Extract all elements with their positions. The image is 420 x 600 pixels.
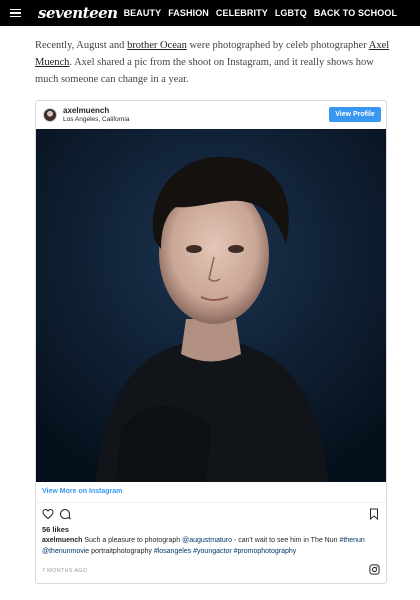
top-nav-bar: seventeen BEAUTY FASHION CELEBRITY LGBTQ…: [0, 0, 420, 26]
caption-username[interactable]: axelmuench: [42, 537, 82, 544]
nav-item-beauty[interactable]: BEAUTY: [124, 8, 162, 18]
article-text: Recently, August and: [35, 40, 128, 51]
instagram-embed: axelmuench Los Angeles, California View …: [35, 100, 387, 584]
brother-ocean-link[interactable]: brother Ocean: [127, 40, 187, 51]
divider: [36, 502, 386, 503]
embed-header: axelmuench Los Angeles, California View …: [36, 101, 386, 129]
hashtag-link[interactable]: #youngactor: [193, 548, 232, 555]
post-timestamp[interactable]: 7 MONTHS AGO: [42, 568, 87, 574]
caption-text: Such a pleasure to photograph: [82, 537, 183, 544]
post-caption: axelmuench Such a pleasure to photograph…: [42, 536, 382, 558]
bookmark-icon[interactable]: [369, 508, 379, 520]
mention-link[interactable]: @augustmaturo: [182, 537, 232, 544]
site-logo[interactable]: seventeen: [38, 4, 118, 22]
portrait-image: [36, 129, 386, 482]
caption-text: portraitphotography: [89, 547, 154, 555]
view-more-on-instagram-link[interactable]: View More on Instagram: [42, 488, 122, 495]
article-text: were photographed by celeb photographer: [186, 40, 369, 51]
comment-icon[interactable]: [59, 508, 71, 520]
nav-item-back-to-school[interactable]: BACK TO SCHOOL: [314, 8, 397, 18]
likes-count: 56 likes: [42, 525, 70, 534]
post-actions: [36, 506, 386, 522]
nav-item-lgbtq[interactable]: LGBTQ: [275, 8, 307, 18]
caption-text: - can't wait to see him in The Nun: [232, 537, 340, 544]
hashtag-link[interactable]: #promophotography: [234, 548, 297, 555]
hashtag-link[interactable]: #thenun: [339, 537, 364, 544]
article-paragraph: Recently, August and brother Ocean were …: [35, 38, 390, 88]
instagram-icon[interactable]: [369, 564, 380, 575]
nav-item-celebrity[interactable]: CELEBRITY: [216, 8, 268, 18]
hashtag-link[interactable]: #losangeles: [154, 548, 191, 555]
article-text: . Axel shared a pic from the shoot on In…: [35, 56, 374, 85]
menu-icon[interactable]: [0, 0, 30, 26]
heart-icon[interactable]: [42, 508, 54, 520]
nav-item-fashion[interactable]: FASHION: [168, 8, 209, 18]
post-photo[interactable]: [36, 129, 386, 482]
mention-link[interactable]: @thenunmovie: [42, 548, 89, 555]
embed-username[interactable]: axelmuench: [63, 106, 109, 115]
embed-location[interactable]: Los Angeles, California: [63, 116, 130, 123]
view-profile-button[interactable]: View Profile: [329, 107, 381, 122]
avatar[interactable]: [43, 108, 57, 122]
